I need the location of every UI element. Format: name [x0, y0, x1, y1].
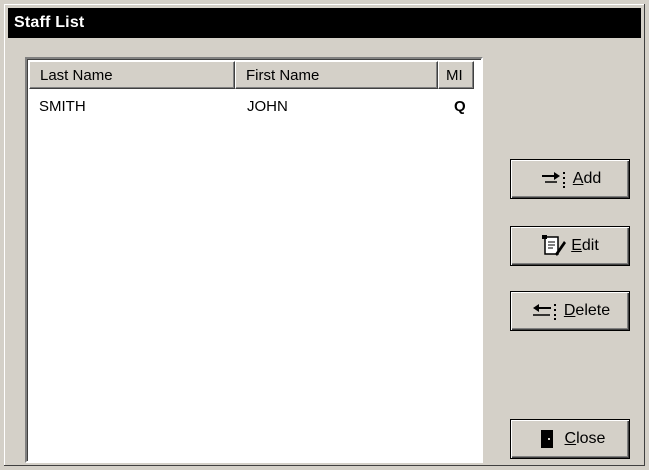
cell-first-name: JOHN [247, 97, 288, 115]
column-header-mi[interactable]: MI [438, 61, 474, 89]
delete-arrow-icon [532, 304, 556, 320]
column-header-last-name[interactable]: Last Name [29, 61, 235, 89]
cell-mi: Q [454, 97, 466, 115]
staff-list-view[interactable]: Last Name First Name MI SMITH JOHN Q [25, 57, 483, 463]
close-button[interactable]: Close [510, 419, 630, 459]
close-button-label: Close [564, 430, 606, 447]
window-title: Staff List [14, 14, 85, 31]
delete-button-label: Delete [563, 302, 611, 319]
add-button[interactable]: Add [510, 159, 630, 199]
list-header: Last Name First Name MI [29, 61, 481, 89]
staff-list-window: Staff List Last Name First Name MI SMITH… [0, 0, 649, 470]
edit-button[interactable]: Edit [510, 226, 630, 266]
edit-document-icon [542, 235, 567, 256]
cell-last-name: SMITH [39, 97, 86, 115]
edit-button-label: Edit [571, 237, 599, 254]
delete-button[interactable]: Delete [510, 291, 630, 331]
column-header-first-name[interactable]: First Name [235, 61, 438, 89]
add-arrow-icon [541, 172, 565, 188]
add-button-label: Add [572, 170, 602, 187]
door-icon [540, 430, 553, 448]
title-bar[interactable]: Staff List [8, 8, 641, 38]
header-filler [474, 61, 481, 89]
table-row[interactable]: SMITH JOHN Q [29, 93, 481, 119]
